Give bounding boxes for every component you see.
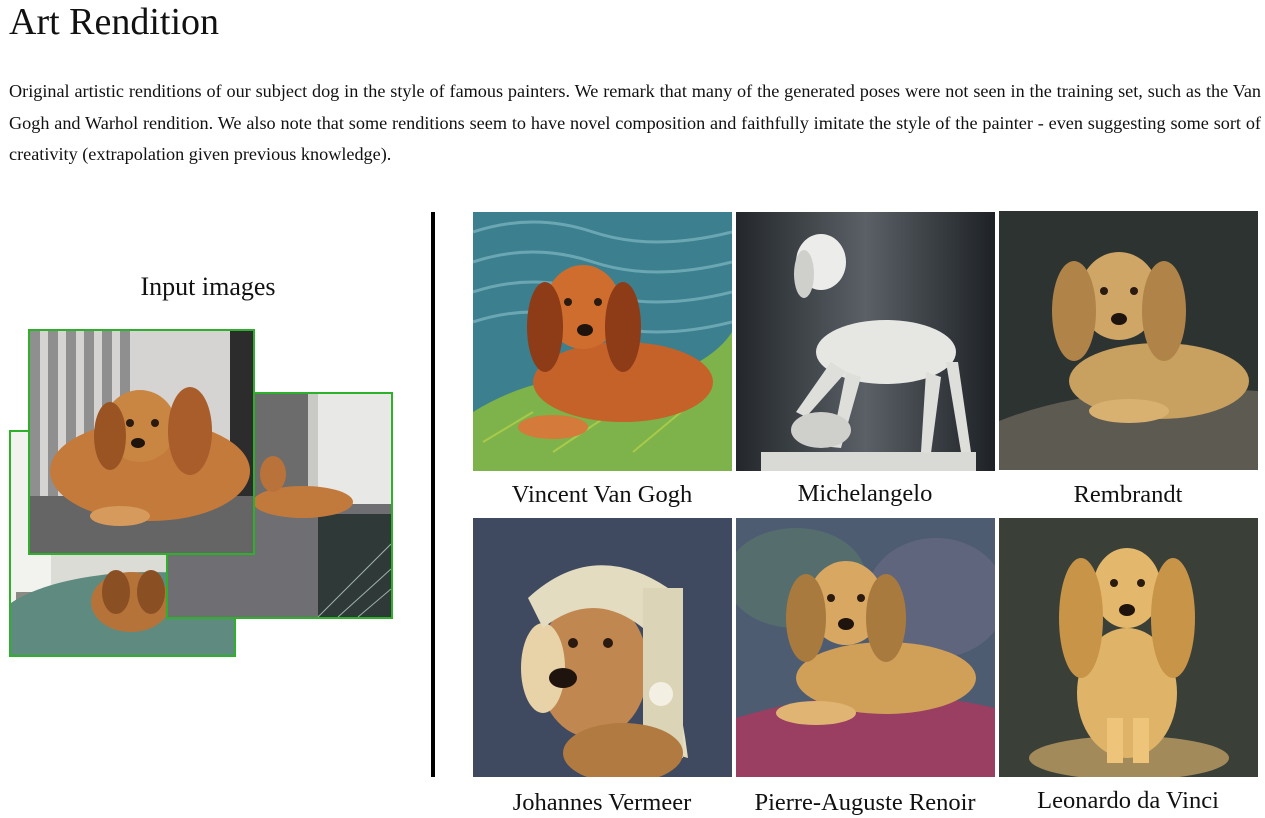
caption-rembrandt: Rembrandt	[1073, 481, 1183, 508]
rendition-image-vermeer	[473, 518, 732, 777]
rendition-image-van-gogh	[473, 212, 732, 471]
input-photo-1	[28, 329, 255, 555]
input-images-title: Input images	[140, 272, 276, 301]
caption-da-vinci: Leonardo da Vinci	[1037, 787, 1219, 814]
description-paragraph: Original artistic renditions of our subj…	[9, 81, 1261, 164]
caption-vermeer: Johannes Vermeer	[512, 789, 692, 816]
rendition-image-renoir	[736, 518, 995, 777]
caption-van-gogh: Vincent Van Gogh	[511, 481, 693, 508]
rendition-image-rembrandt	[999, 211, 1258, 470]
page-title: Art Rendition	[9, 1, 220, 43]
caption-renoir: Pierre-Auguste Renoir	[754, 789, 976, 816]
rendition-image-da-vinci	[999, 518, 1258, 777]
section-divider	[431, 212, 435, 777]
rendition-image-michelangelo	[736, 212, 995, 471]
caption-michelangelo: Michelangelo	[797, 480, 933, 507]
